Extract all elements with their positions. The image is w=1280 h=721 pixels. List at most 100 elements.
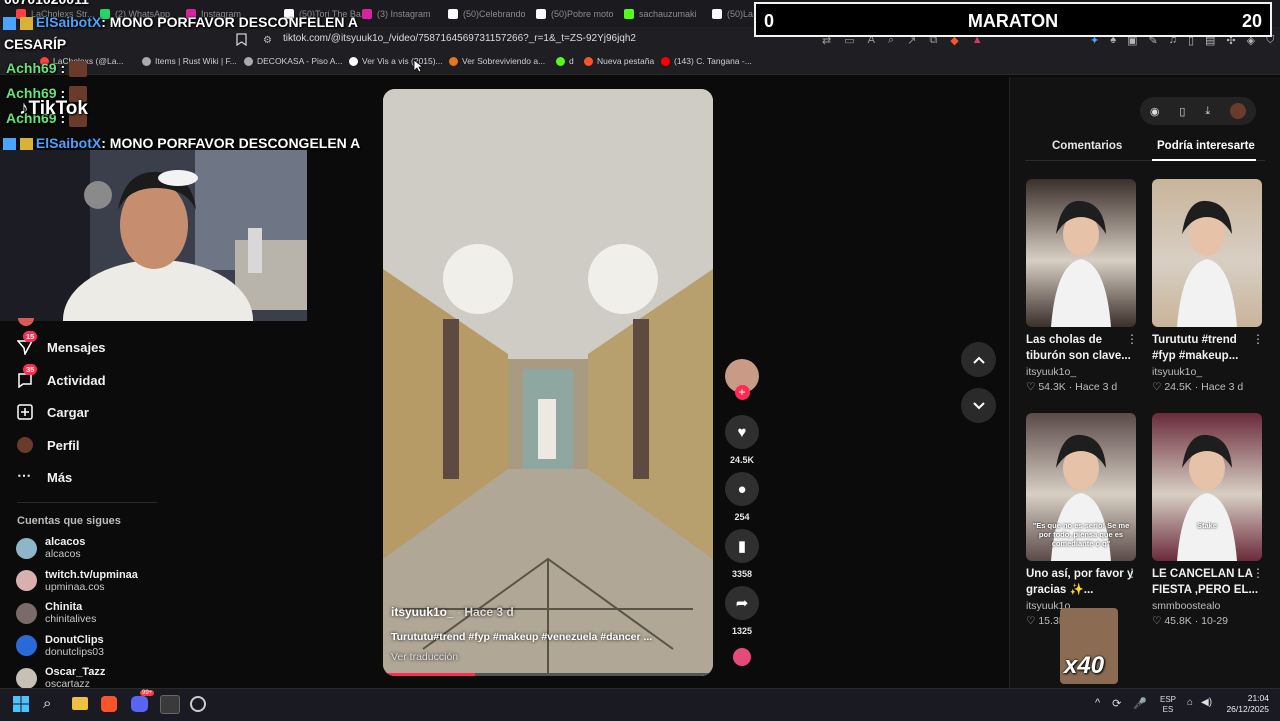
discord-icon[interactable]: 99+ (131, 690, 155, 712)
thumbnail-caption: "Es que no es serio! Se me por todo, pie… (1032, 521, 1130, 548)
following-account[interactable]: Oscar_Tazz oscartazz (16, 666, 105, 690)
sync-icon[interactable]: ⟳ (1112, 697, 1121, 710)
heart-icon[interactable]: ♥ (725, 415, 759, 449)
recommended-video-card[interactable]: Las cholas de tiburón son clave... ⋮ itsyu… (1026, 179, 1138, 393)
card-author[interactable]: itsyuuk1o_ (1026, 366, 1136, 378)
windows-start-icon[interactable] (13, 696, 29, 712)
bookmark-item[interactable]: Items | Rust Wiki | F... (142, 56, 237, 66)
card-title[interactable]: LE CANCELAN LA FIESTA ,PERO EL... (1152, 566, 1262, 598)
more-options-icon[interactable]: ⋮ (1126, 566, 1138, 580)
following-account[interactable]: DonutClips donutclips03 (16, 634, 104, 658)
recommended-video-card[interactable]: Turututu #trend #fyp #makeup... ⋮ itsyuuk1… (1152, 179, 1264, 393)
comment-count: 254 (734, 512, 750, 522)
following-account[interactable]: alcacos alcacos (16, 536, 85, 560)
account-name: Oscar_Tazz (45, 666, 106, 678)
card-author[interactable]: itsyuuk1o_ (1152, 366, 1262, 378)
video-thumbnail[interactable] (1026, 179, 1136, 327)
bookmark-item[interactable]: Ver Vis a vis (2015)... (349, 56, 443, 66)
card-author[interactable]: smmboostealo (1152, 600, 1262, 612)
browser-tab[interactable]: (50)Celebrando... (448, 4, 526, 24)
file-explorer-icon[interactable] (72, 697, 88, 710)
sidebar-item-cargar[interactable]: Cargar (17, 404, 89, 420)
follow-plus-icon[interactable]: + (734, 385, 750, 400)
chat-username: Achh69 (6, 60, 57, 76)
bookmark-item[interactable]: (143) C. Tangana -... (661, 56, 752, 66)
user-avatar[interactable] (1230, 103, 1247, 119)
comment-icon[interactable]: ● (725, 472, 759, 506)
save-action[interactable]: ▮ 3358 (724, 529, 760, 579)
bookmark-item[interactable]: DECOKASA - Piso A... (244, 56, 343, 66)
share-action[interactable]: ➦ 1325 (724, 586, 760, 636)
network-icon[interactable]: ⌂ (1187, 697, 1193, 708)
recommended-video-card[interactable]: "Es que no es serio! Se me por todo, pie… (1026, 413, 1138, 627)
like-action[interactable]: ♥ 24.5K (724, 415, 760, 465)
card-title[interactable]: Las cholas de tiburón son clave... (1026, 332, 1136, 364)
sound-disc-icon[interactable] (733, 648, 751, 666)
tiktok-logo[interactable]: ♪TikTok (19, 98, 88, 120)
previous-video-button[interactable] (961, 342, 996, 377)
bookmark-item[interactable]: Ver Sobreviviendo a... (449, 56, 545, 66)
translate-link[interactable]: Ver traducción (391, 651, 458, 663)
download-icon[interactable]: ⤓ (1205, 105, 1210, 118)
sidebar-item-mensajes[interactable]: 15 Mensajes (16, 331, 106, 357)
video-author[interactable]: itsyuuk1o_ · Hace 3 d (391, 605, 514, 619)
card-title[interactable]: Turututu #trend #fyp #makeup... (1152, 332, 1262, 364)
site-info-icon[interactable]: ⚙ (263, 35, 272, 46)
bookmark-item[interactable]: Nueva pestaña (584, 56, 654, 66)
more-dots-icon: ⋯ (17, 467, 31, 483)
chevron-down-icon (972, 401, 985, 409)
more-options-icon[interactable]: ⋮ (1252, 566, 1264, 580)
compass-icon[interactable]: ◉ (1150, 105, 1160, 118)
volume-icon[interactable]: ◀) (1201, 697, 1212, 708)
bookmark-item[interactable]: d (556, 56, 574, 66)
heart-outline-icon: ♡ (1026, 381, 1039, 393)
bookmark-favicon-icon (556, 56, 565, 66)
video-thumbnail[interactable]: Stake (1152, 413, 1262, 561)
share-arrow-icon[interactable]: ➦ (725, 586, 759, 620)
browser-tab[interactable]: (3) Instagram (362, 4, 440, 24)
sidebar-item-label: Más (47, 469, 73, 485)
browser-tab[interactable]: sachauzumaki (624, 4, 702, 24)
browser-tab[interactable]: (50)Pobre moto... (536, 4, 614, 24)
following-account[interactable]: Chinita chinitalives (16, 601, 96, 625)
sidebar-item-mas[interactable]: ⋯ Más (17, 467, 73, 485)
obs-icon[interactable] (190, 696, 206, 712)
bookmark-icon[interactable]: ▮ (725, 529, 759, 563)
marathon-counter-overlay: 0 MARATON 20 (754, 2, 1272, 37)
chevron-up-icon[interactable]: ^ (1095, 697, 1100, 710)
heart-outline-icon: ♡ (1152, 381, 1165, 393)
tab-podria-interesarte[interactable]: Podría interesarte (1157, 140, 1255, 152)
search-icon[interactable]: ⌕ (43, 695, 51, 712)
next-video-button[interactable] (961, 388, 996, 423)
bookmark-star-icon[interactable] (236, 33, 247, 47)
card-title[interactable]: Uno así, por favor y gracias ✨... (1026, 566, 1136, 598)
brave-browser-icon[interactable] (101, 696, 117, 712)
more-options-icon[interactable]: ⋮ (1252, 332, 1264, 346)
notification-badge: 35 (23, 364, 38, 375)
phone-icon[interactable]: ▯ (1179, 105, 1185, 118)
video-player[interactable]: itsyuuk1o_ · Hace 3 d Turututu#trend #fy… (383, 89, 713, 676)
address-bar-input[interactable]: tiktok.com/@itsyuuk1o_/video/75871645697… (283, 33, 636, 44)
video-thumbnail[interactable] (1152, 179, 1262, 327)
microphone-icon[interactable]: 🎤 (1133, 697, 1147, 710)
language-indicator[interactable]: ESP ES (1160, 695, 1176, 715)
sidebar-item-perfil[interactable]: Perfil (17, 437, 80, 453)
tray-icons[interactable]: ⌂ ◀) (1187, 697, 1212, 708)
more-options-icon[interactable]: ⋮ (1126, 332, 1138, 346)
tab-comentarios[interactable]: Comentarios (1052, 140, 1122, 152)
following-account[interactable]: twitch.tv/upminaa upminaa.cos (16, 569, 138, 593)
system-tray[interactable]: ^ ⟳ 🎤 (1095, 697, 1147, 710)
sidebar-item-actividad[interactable]: 35 Actividad (17, 364, 106, 389)
comment-action[interactable]: ● 254 (724, 472, 760, 522)
card-stats: ♡ 54.3K · Hace 3 d (1026, 381, 1136, 393)
send-icon: 15 (16, 331, 38, 357)
video-thumbnail[interactable]: "Es que no es serio! Se me por todo, pie… (1026, 413, 1136, 561)
bookmark-favicon-icon (449, 56, 458, 66)
creator-avatar[interactable]: + (724, 359, 760, 400)
recommended-video-card[interactable]: Stake LE CANCELAN LA FIESTA ,PERO EL... ⋮ s… (1152, 413, 1264, 627)
terminal-icon[interactable] (160, 695, 180, 714)
video-caption[interactable]: Turututu#trend #fyp #makeup #venezuela #… (391, 631, 652, 643)
card-likes: 45.8K (1164, 615, 1192, 627)
video-progress-track[interactable] (383, 673, 713, 676)
clock[interactable]: 21:04 26/12/2025 (1217, 693, 1269, 715)
